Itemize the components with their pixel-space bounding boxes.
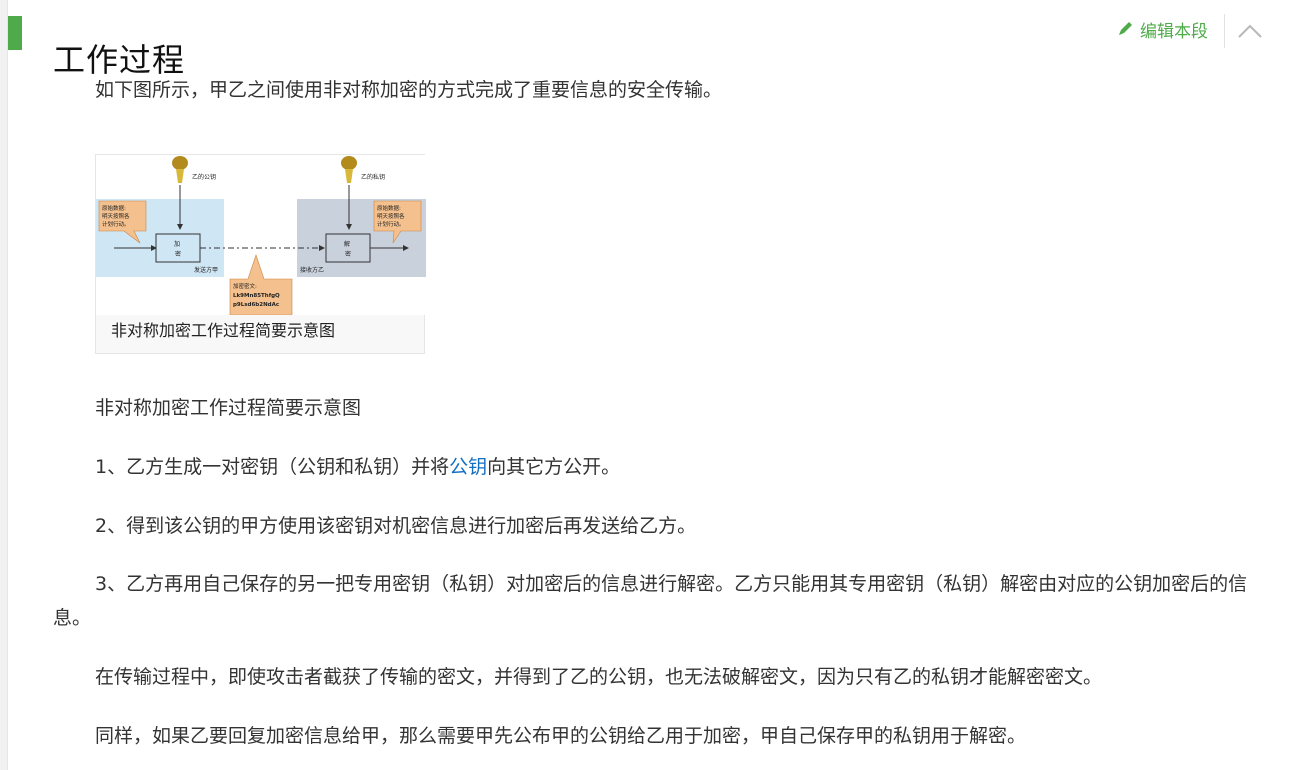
asymmetric-encryption-diagram: 乙的公钥 乙的私钥 原始数据: 明天按照各 计划行动。 原始数据: 明天按照各 … bbox=[96, 155, 426, 315]
chevron-up-icon bbox=[1238, 24, 1262, 38]
left-rail bbox=[0, 0, 8, 770]
svg-text:原始数据: 明天按照各 计划: 原始数据: 明天按照各 计划行动。 bbox=[102, 204, 131, 228]
security-paragraph: 在传输过程中，即使攻击者截获了传输的密文，并得到了乙的公钥，也无法破解密文，因为… bbox=[95, 666, 1103, 688]
public-key-link[interactable]: 公钥 bbox=[449, 456, 487, 478]
step-1-paragraph: 1、乙方生成一对密钥（公钥和私钥）并将公钥向其它方公开。 bbox=[53, 450, 1268, 484]
figure: 乙的公钥 乙的私钥 原始数据: 明天按照各 计划行动。 原始数据: 明天按照各 … bbox=[95, 154, 426, 354]
svg-text:原始数据: 明天按照各 计划: 原始数据: 明天按照各 计划行动。 bbox=[377, 204, 406, 228]
step-1-text-b: 向其它方公开。 bbox=[487, 456, 621, 478]
edit-section-link[interactable]: 编辑本段 bbox=[1116, 18, 1208, 45]
public-key-label: 乙的公钥 bbox=[192, 173, 216, 181]
reverse-paragraph: 同样，如果乙要回复加密信息给甲，那么需要甲先公布甲的公钥给乙用于加密，甲自己保存… bbox=[95, 725, 1027, 747]
private-key-label: 乙的私钥 bbox=[361, 173, 385, 181]
step-2-paragraph: 2、得到该公钥的甲方使用该密钥对机密信息进行加密后再发送给乙方。 bbox=[95, 515, 697, 537]
pencil-icon bbox=[1116, 18, 1136, 45]
figure-caption: 非对称加密工作过程简要示意图 bbox=[111, 321, 336, 340]
edit-section-label: 编辑本段 bbox=[1140, 21, 1208, 42]
sender-label: 发送方甲 bbox=[194, 266, 218, 274]
intro-paragraph: 如下图所示，甲乙之间使用非对称加密的方式完成了重要信息的安全传输。 bbox=[95, 79, 723, 101]
text-caption-paragraph: 非对称加密工作过程简要示意图 bbox=[95, 397, 362, 419]
step-3-paragraph: 3、乙方再用自己保存的另一把专用密钥（私钥）对加密后的信息进行解密。乙方只能用其… bbox=[53, 573, 1248, 629]
step-1-text-a: 1、乙方生成一对密钥（公钥和私钥）并将 bbox=[95, 456, 450, 478]
header-divider bbox=[1224, 14, 1225, 48]
collapse-section-button[interactable] bbox=[1236, 18, 1264, 44]
section-marker bbox=[8, 16, 22, 50]
receiver-label: 接收方乙 bbox=[300, 266, 324, 274]
